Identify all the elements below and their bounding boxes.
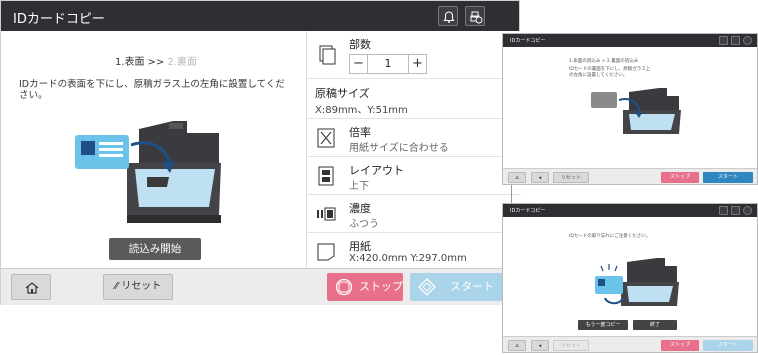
zoom-icon (317, 128, 335, 148)
scanner-illustration (75, 121, 221, 223)
end-button[interactable]: 終了 (633, 320, 677, 330)
mini2-back-button[interactable]: ◂ (531, 340, 549, 351)
original-size-label: 原稿サイズ (315, 87, 370, 100)
mini1-instruction: IDカードの裏面を下にし、原稿ガラス上の左角に設置してください。 (569, 67, 651, 78)
job-status-icon[interactable] (465, 6, 485, 26)
zoom-value: 用紙サイズに合わせる (349, 143, 449, 154)
start-scan-button[interactable]: 読込み開始 (109, 238, 201, 260)
remove-card-screen: IDカードコピー IDカードの取り忘れにご注意ください。 もう一度コピー 終了 … (502, 203, 758, 353)
mini2-reset-button[interactable]: リセット (553, 340, 589, 351)
layout-value: 上下 (349, 181, 369, 192)
mini2-stop-button[interactable]: ストップ (661, 340, 699, 351)
stop-button[interactable]: ストップ (327, 273, 403, 301)
original-size-value: X:89mm、Y:51mm (315, 105, 408, 116)
home-icon (25, 282, 39, 294)
mini1-home-button[interactable]: ⌂ (508, 172, 526, 183)
step-next: 2.裏面 (167, 57, 197, 68)
bottom-bar: ⁄⁄ リセット ストップ スタート (1, 268, 520, 305)
layout-row[interactable]: レイアウト 上下 (307, 157, 521, 195)
density-row[interactable]: 濃度 ふつう (307, 195, 521, 233)
mini1-title-bar: IDカードコピー (503, 34, 757, 47)
instruction-area: 1.表面 >> 2.裏面 IDカードの表面を下にし、原稿ガラス上の左角に設置してくだ… (1, 31, 307, 268)
layout-icon (318, 166, 334, 186)
zoom-row[interactable]: 倍率 用紙サイズに合わせる (307, 119, 521, 157)
reset-button[interactable]: ⁄⁄ リセット (103, 274, 173, 300)
mini2-info-icon[interactable] (743, 206, 752, 215)
mini2-bell-icon[interactable] (719, 206, 728, 215)
copies-stepper: − 1 + (349, 54, 427, 74)
mini1-bell-icon[interactable] (719, 36, 728, 45)
mini1-reset-button[interactable]: リセット (553, 172, 589, 183)
copies-icon (319, 45, 336, 65)
paper-label: 用紙 (349, 240, 371, 253)
mini1-bottom-bar: ⌂ ◂ リセット ストップ スタート (503, 168, 757, 184)
mini1-info-icon[interactable] (743, 36, 752, 45)
mini1-start-button[interactable]: スタート (703, 172, 753, 183)
copy-again-button[interactable]: もう一度コピー (578, 320, 628, 330)
paper-icon (317, 243, 335, 261)
window-title: IDカードコピー (13, 12, 105, 27)
mini1-back-button[interactable]: ◂ (531, 172, 549, 183)
flow-connector (511, 185, 512, 203)
mini2-start-button[interactable]: スタート (703, 340, 753, 351)
density-value: ふつう (349, 219, 379, 230)
paper-row[interactable]: 用紙 X:420.0mm Y:297.0mm (307, 233, 521, 268)
start-icon (418, 278, 436, 296)
mini1-job-icon[interactable] (731, 36, 740, 45)
copies-increment-button[interactable]: + (408, 55, 426, 73)
step-current: 1.表面 (115, 57, 145, 68)
original-size-row[interactable]: 原稿サイズ X:89mm、Y:51mm (307, 79, 521, 119)
reset-label: リセット (121, 281, 162, 292)
mini1-scanner-illustration (591, 88, 681, 134)
notification-bell-icon[interactable] (438, 6, 458, 26)
mini2-message: IDカードの取り忘れにご注意ください。 (569, 234, 651, 239)
zoom-label: 倍率 (349, 126, 371, 139)
mini2-scanner-illustration (595, 258, 679, 306)
start-label: スタート (450, 280, 494, 293)
mini1-title: IDカードコピー (510, 38, 546, 44)
copies-decrement-button[interactable]: − (350, 55, 368, 73)
copies-row: 部数 − 1 + (307, 31, 521, 79)
mini2-title-bar: IDカードコピー (503, 204, 757, 217)
mini2-job-icon[interactable] (731, 206, 740, 215)
instruction-text: IDカードの表面を下にし、原稿ガラス上の左角に設置してください。 (19, 79, 285, 101)
mini1-steps: 1.表面の読込み > 2.裏面の読込み (569, 59, 639, 64)
copies-value[interactable]: 1 (368, 55, 408, 73)
mini2-home-button[interactable]: ⌂ (508, 340, 526, 351)
mini1-stop-button[interactable]: ストップ (661, 172, 699, 183)
title-bar: IDカードコピー (1, 1, 519, 31)
back-side-scan-screen: IDカードコピー 1.表面の読込み > 2.裏面の読込み IDカードの裏面を下に… (502, 33, 758, 185)
paper-value: X:420.0mm Y:297.0mm (349, 253, 467, 264)
mini2-title: IDカードコピー (510, 208, 546, 214)
settings-panel: 部数 − 1 + 原稿サイズ X:89mm、Y:51mm 倍率 用紙サイズに合わ… (307, 31, 521, 268)
copies-label: 部数 (349, 38, 371, 51)
home-button[interactable] (11, 274, 51, 300)
stop-label: ストップ (359, 280, 403, 293)
step-indicator: 1.表面 >> 2.裏面 (115, 53, 197, 68)
mini2-bottom-bar: ⌂ ◂ リセット ストップ スタート (503, 336, 757, 352)
layout-label: レイアウト (349, 164, 404, 177)
density-icon (317, 207, 336, 221)
step-separator: >> (147, 57, 165, 68)
stop-icon (335, 278, 353, 296)
density-label: 濃度 (349, 202, 371, 215)
id-card-copy-panel: IDカードコピー 1.表面 >> 2.裏面 IDカードの表面を下にし、原稿ガラス上の… (0, 0, 521, 305)
